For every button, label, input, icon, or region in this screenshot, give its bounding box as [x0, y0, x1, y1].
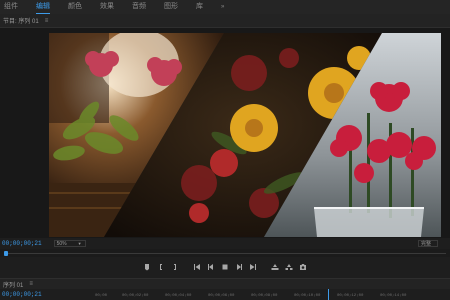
ruler-tick-label: 00;00;08;00 [251, 294, 278, 298]
ruler-tick-label: 00;00;12;00 [337, 294, 364, 298]
program-monitor-title[interactable]: 节目: 序列 01 [3, 16, 39, 25]
extract-icon[interactable] [283, 261, 295, 273]
video-frame-image [49, 33, 441, 237]
export-frame-icon[interactable] [297, 261, 309, 273]
program-monitor-frame[interactable] [49, 33, 441, 237]
lift-icon[interactable] [269, 261, 281, 273]
step-back-icon[interactable] [205, 261, 217, 273]
tab-color[interactable]: 颜色 [68, 0, 82, 14]
add-marker-icon[interactable] [141, 261, 153, 273]
timeline-timecode[interactable]: 00;00;00;21 [2, 291, 42, 298]
timeline-ruler[interactable]: 00;00;00;21 00;00 00;00;02;00 00;00;04;0… [0, 289, 450, 300]
go-to-out-icon[interactable] [247, 261, 259, 273]
monitor-scrub-bar[interactable] [0, 249, 450, 257]
timeline-header: 序列 01 ≡ [0, 278, 450, 289]
program-timecode[interactable]: 00;00;00;21 [2, 240, 42, 247]
timeline-playhead[interactable] [328, 289, 329, 300]
tab-libraries[interactable]: 库 [196, 0, 203, 14]
program-monitor [0, 28, 450, 238]
mark-in-icon[interactable] [155, 261, 167, 273]
playhead-handle[interactable] [4, 251, 8, 256]
ruler-tick-label: 00;00 [95, 294, 108, 298]
stop-icon[interactable] [219, 261, 231, 273]
hamburger-menu-icon[interactable]: ≡ [45, 18, 49, 24]
workspace-bar: 组件 编辑 颜色 效果 音频 图形 库 » [0, 0, 450, 14]
go-to-in-icon[interactable] [191, 261, 203, 273]
timeline-title[interactable]: 序列 01 [3, 280, 23, 289]
tab-assembly[interactable]: 组件 [4, 0, 18, 14]
ruler-tick-label: 00;00;06;00 [208, 294, 235, 298]
tab-graphics[interactable]: 图形 [164, 0, 178, 14]
tab-effects[interactable]: 效果 [100, 0, 114, 14]
playback-resolution-select[interactable]: 完整 [418, 240, 438, 247]
step-forward-icon[interactable] [233, 261, 245, 273]
chevron-down-icon[interactable]: ▼ [78, 241, 82, 246]
ruler-tick-label: 00;00;14;00 [380, 294, 407, 298]
monitor-controls-row: 00;00;00;21 50% ▼ 完整 [0, 238, 450, 249]
tab-audio[interactable]: 音频 [132, 0, 146, 14]
hamburger-menu-icon[interactable]: ≡ [29, 281, 33, 287]
double-chevron-right-icon[interactable]: » [221, 0, 224, 14]
scrub-track[interactable] [6, 253, 446, 254]
transport-controls [0, 259, 450, 275]
mark-out-icon[interactable] [169, 261, 181, 273]
ruler-tick-label: 00;00;04;00 [165, 294, 192, 298]
ruler-tick-label: 00;00;02;00 [122, 294, 149, 298]
tab-editing[interactable]: 编辑 [36, 1, 50, 14]
program-monitor-header: 节目: 序列 01 ≡ [0, 14, 450, 28]
ruler-tick-label: 00;00;10;00 [294, 294, 321, 298]
